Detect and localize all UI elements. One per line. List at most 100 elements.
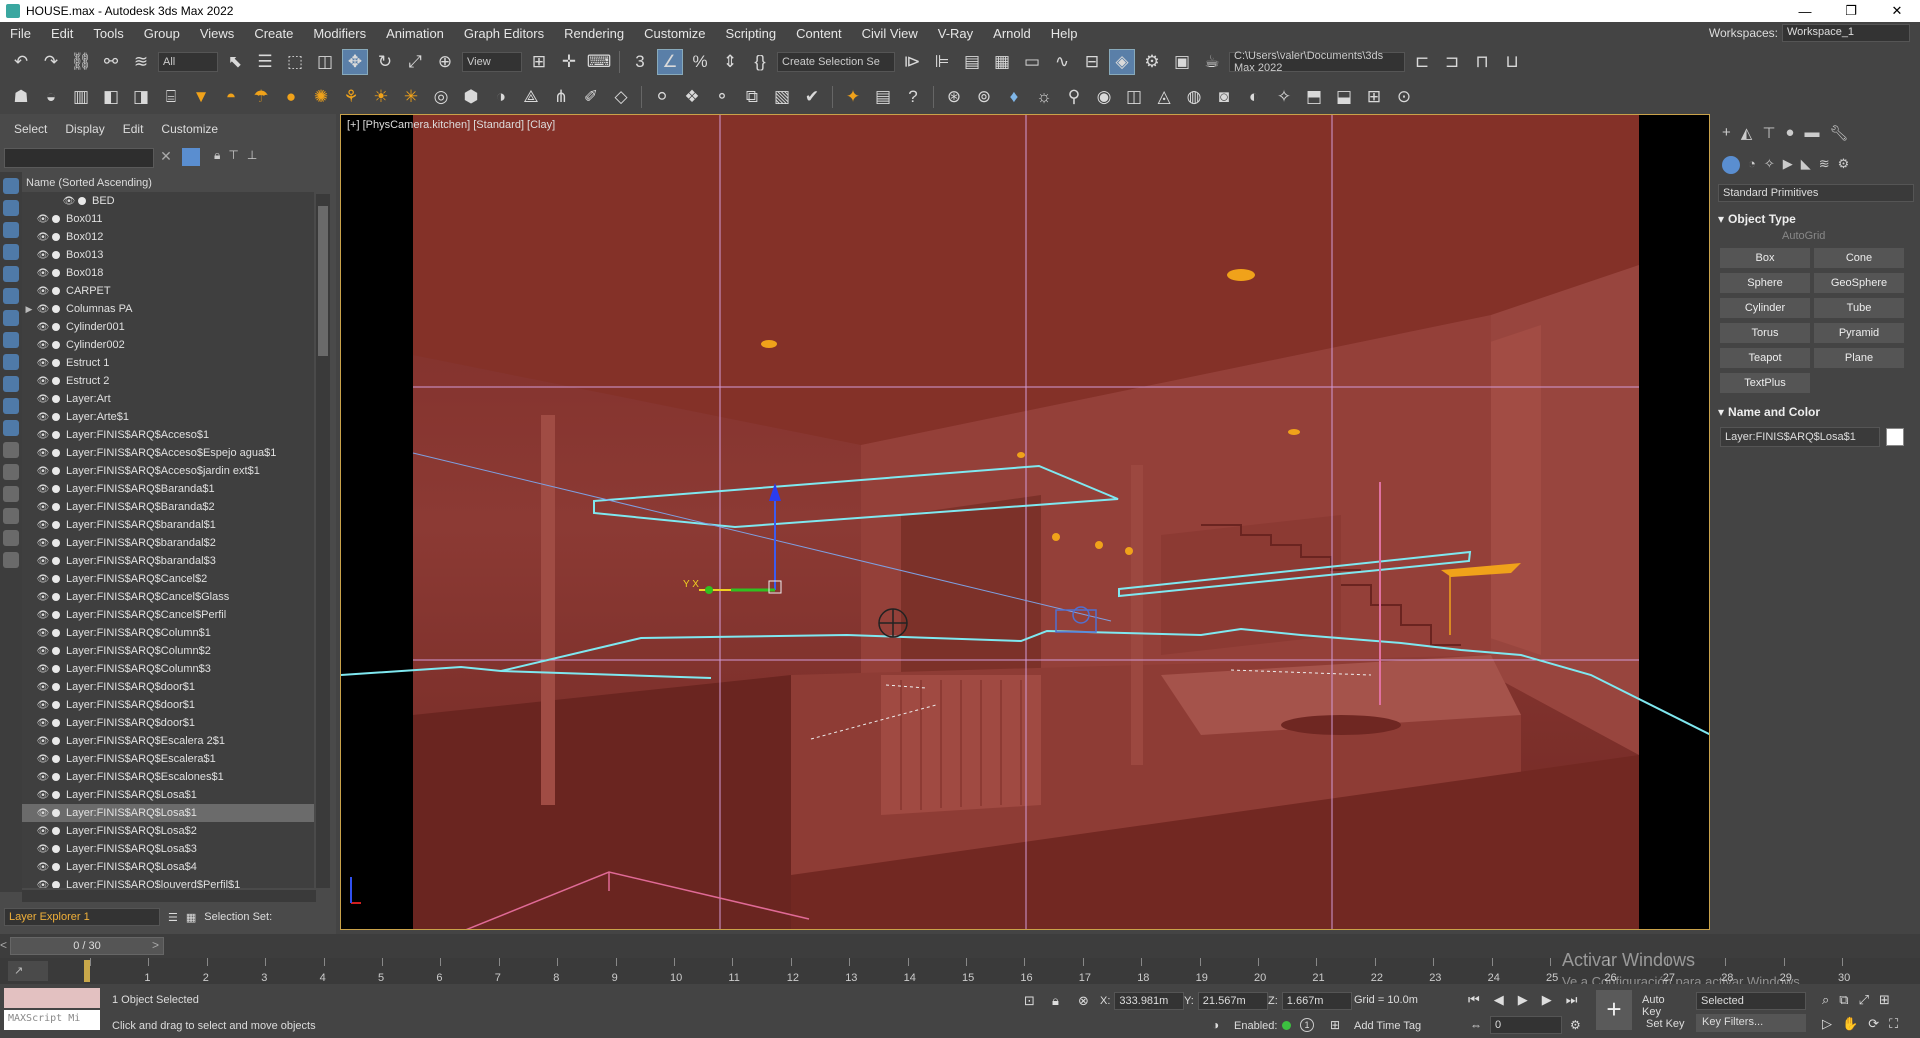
visibility-eye-icon[interactable]: 👁︎	[36, 790, 50, 801]
material-editor-icon[interactable]: ◈	[1109, 49, 1135, 75]
region-select-icon[interactable]: ⬚	[282, 49, 308, 75]
project-icon-1[interactable]: ⊏	[1409, 49, 1435, 75]
spinner-snap-icon[interactable]: ⇕	[717, 49, 743, 75]
list-item[interactable]: 👁︎ BED	[22, 192, 314, 210]
visibility-eye-icon[interactable]: 👁︎	[36, 880, 50, 889]
arnold-grid-icon[interactable]: ⊞	[1361, 84, 1387, 110]
filter-hidden-icon[interactable]	[3, 420, 19, 436]
tab-edit[interactable]: Edit	[123, 122, 144, 136]
arnold-sphere-icon[interactable]: ◍	[1181, 84, 1207, 110]
restore-button[interactable]: ❐	[1828, 0, 1874, 22]
select-manipulate-icon[interactable]: ✛	[556, 49, 582, 75]
systems-icon[interactable]: ⚙	[1838, 156, 1850, 174]
vray-vrscan-icon[interactable]: ⚬	[709, 84, 735, 110]
list-item[interactable]: 👁︎ Layer:FINIS$ARQ$Baranda$2	[22, 498, 314, 516]
visibility-eye-icon[interactable]: 👁︎	[36, 268, 50, 279]
arnold-tree-icon[interactable]: ⚲	[1061, 84, 1087, 110]
freeze-dot-icon[interactable]	[52, 359, 60, 367]
list-item[interactable]: 👁︎ Layer:FINIS$ARQ$barandal$1	[22, 516, 314, 534]
menu-group[interactable]: Group	[134, 26, 190, 41]
window-crossing-icon[interactable]: ◫	[312, 49, 338, 75]
freeze-dot-icon[interactable]	[52, 773, 60, 781]
freeze-dot-icon[interactable]	[52, 251, 60, 259]
hierarchy-icon[interactable]: ⊤	[228, 148, 238, 163]
freeze-dot-icon[interactable]	[52, 791, 60, 799]
freeze-dot-icon[interactable]	[52, 629, 60, 637]
adaptive-degradation-icon[interactable]: ◑	[1212, 1018, 1219, 1032]
visibility-eye-icon[interactable]: 👁︎	[36, 664, 50, 675]
list-item[interactable]: 👁︎ Layer:FINIS$ARQ$Column$1	[22, 624, 314, 642]
coord-y-field[interactable]: 21.567m	[1197, 992, 1268, 1010]
reference-coord-dropdown[interactable]: View	[462, 52, 522, 72]
list-item[interactable]: 👁︎ Layer:FINIS$ARQ$Escalera$1	[22, 750, 314, 768]
vray-sky-icon[interactable]: ✳	[398, 84, 424, 110]
shapes-icon[interactable]: ◔	[1748, 156, 1756, 174]
arnold-skydome-icon[interactable]: ☼	[1031, 84, 1057, 110]
filter-spacewarps-icon[interactable]	[3, 288, 19, 304]
project-path-dropdown[interactable]: C:\Users\valer\Documents\3ds Max 2022	[1229, 50, 1405, 74]
list-item[interactable]: 👁︎ Box012	[22, 228, 314, 246]
prev-frame-icon[interactable]: <	[0, 938, 7, 952]
list-item[interactable]: 👁︎ Layer:FINIS$ARQ$Escalones$1	[22, 768, 314, 786]
select-by-name-icon[interactable]: ☰	[252, 49, 278, 75]
visibility-eye-icon[interactable]: 👁︎	[36, 628, 50, 639]
coord-x-field[interactable]: 333.981m	[1114, 992, 1185, 1010]
freeze-dot-icon[interactable]	[52, 503, 60, 511]
visibility-eye-icon[interactable]: 👁︎	[36, 250, 50, 261]
list-item[interactable]: 👁︎ Layer:FINIS$ARQ$Acceso$jardin ext$1	[22, 462, 314, 480]
go-to-end-icon[interactable]: ⏭	[1566, 992, 1578, 1008]
list-item[interactable]: 👁︎ CARPET	[22, 282, 314, 300]
minimize-button[interactable]: —	[1782, 0, 1828, 22]
list-item[interactable]: 👁︎ Layer:Arte$1	[22, 408, 314, 426]
visibility-eye-icon[interactable]: 👁︎	[36, 700, 50, 711]
vray-converter-icon[interactable]: ⧉	[739, 84, 765, 110]
visibility-eye-icon[interactable]: 👁︎	[36, 556, 50, 567]
freeze-dot-icon[interactable]	[52, 701, 60, 709]
bind-spacewarp-icon[interactable]: ≋	[128, 49, 154, 75]
freeze-dot-icon[interactable]	[52, 485, 60, 493]
vray-plane-icon[interactable]: ⟁	[518, 84, 544, 110]
close-button[interactable]: ✕	[1874, 0, 1920, 22]
list-item[interactable]: 👁︎ Layer:FINIS$ARQ$Losa$1	[22, 804, 314, 822]
freeze-dot-icon[interactable]	[52, 431, 60, 439]
play-icon[interactable]: ▶	[1518, 992, 1528, 1008]
list-item[interactable]: 👁︎ Layer:FINIS$ARQ$Losa$3	[22, 840, 314, 858]
menu-arnold[interactable]: Arnold	[983, 26, 1041, 41]
add-time-tag[interactable]: Add Time Tag	[1354, 1020, 1421, 1032]
visibility-eye-icon[interactable]: 👁︎	[36, 340, 50, 351]
visibility-eye-icon[interactable]: 👁︎	[36, 718, 50, 729]
freeze-dot-icon[interactable]	[52, 863, 60, 871]
filter-xrefs-icon[interactable]	[3, 332, 19, 348]
vray-lister-icon[interactable]: ▧	[769, 84, 795, 110]
time-config-icon[interactable]: ⚙	[1570, 1018, 1581, 1032]
list-item[interactable]: 👁︎ Layer:FINIS$ARQ$Acceso$1	[22, 426, 314, 444]
menu-rendering[interactable]: Rendering	[554, 26, 634, 41]
freeze-dot-icon[interactable]	[52, 575, 60, 583]
object-name-field[interactable]: Layer:FINIS$ARQ$Losa$1	[1720, 427, 1880, 447]
rendered-frame-icon[interactable]: ▣	[1169, 49, 1195, 75]
list-item[interactable]: 👁︎ Layer:FINIS$ARQ$Acceso$Espejo agua$1	[22, 444, 314, 462]
frame-step-icon[interactable]: ⇔	[1470, 1018, 1482, 1032]
freeze-dot-icon[interactable]	[52, 665, 60, 673]
go-to-start-icon[interactable]: ⏮	[1468, 992, 1480, 1008]
name-and-color-rollout[interactable]: ▾ Name and Color	[1718, 405, 1914, 419]
time-slider[interactable]: 0 / 30	[10, 937, 164, 955]
list-item[interactable]: 👁︎ Layer:FINIS$ARQ$Losa$4	[22, 858, 314, 876]
list-item[interactable]: 👁︎ Layer:FINIS$ARQ$Cancel$Perfil	[22, 606, 314, 624]
freeze-dot-icon[interactable]	[52, 827, 60, 835]
percent-snap-icon[interactable]: %	[687, 49, 713, 75]
scene-explorer-icon[interactable]: ▤	[959, 49, 985, 75]
freeze-dot-icon[interactable]	[52, 521, 60, 529]
visibility-eye-icon[interactable]: 👁︎	[36, 610, 50, 621]
list-item[interactable]: 👁︎ Box013	[22, 246, 314, 264]
rotate-icon[interactable]: ↻	[372, 49, 398, 75]
freeze-dot-icon[interactable]	[52, 269, 60, 277]
object-type-rollout[interactable]: ▾ Object Type	[1718, 212, 1914, 226]
camera-viewport[interactable]: [+] [PhysCamera.kitchen] [Standard] [Cla…	[340, 114, 1710, 930]
pyramid-button[interactable]: Pyramid	[1814, 323, 1904, 343]
sphere-button[interactable]: Sphere	[1720, 273, 1810, 293]
visibility-eye-icon[interactable]: 👁︎	[36, 862, 50, 873]
list-item[interactable]: 👁︎ Layer:FINIS$ARQ$Column$3	[22, 660, 314, 678]
layers-icon[interactable]: ⊥	[247, 148, 257, 163]
freeze-dot-icon[interactable]	[52, 395, 60, 403]
